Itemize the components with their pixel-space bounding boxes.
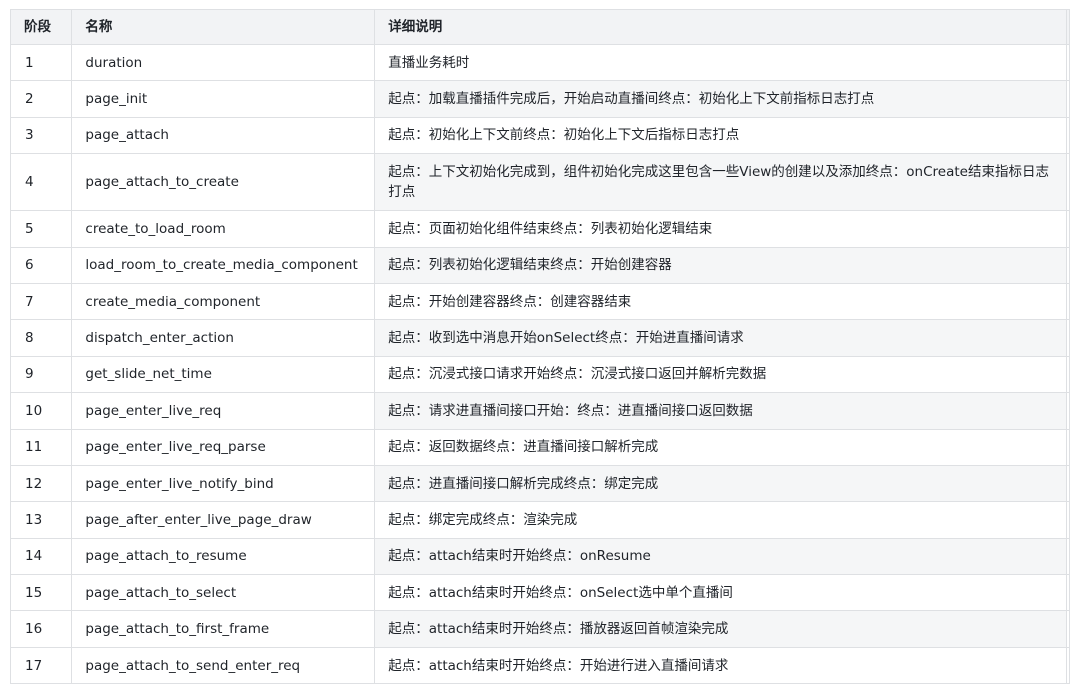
cell-description: 起点：进直播间接口解析完成终点：绑定完成 bbox=[374, 464, 1067, 503]
cell-extra bbox=[1065, 464, 1071, 503]
table-row: 11 page_enter_live_req_parse 起点：返回数据终点：进… bbox=[9, 428, 1071, 466]
cell-name: page_enter_live_notify_bind bbox=[71, 464, 376, 503]
cell-extra bbox=[1065, 537, 1071, 576]
cell-name: page_enter_live_req_parse bbox=[71, 428, 376, 466]
cell-stage: 10 bbox=[9, 392, 73, 430]
cell-name: page_attach bbox=[71, 116, 376, 155]
cell-description: 起点：绑定完成终点：渲染完成 bbox=[374, 501, 1067, 539]
cell-name: duration bbox=[71, 43, 376, 82]
table-row: 15 page_attach_to_select 起点：attach结束时开始终… bbox=[9, 574, 1071, 612]
header-name: 名称 bbox=[71, 9, 376, 45]
header-row: 阶段 名称 详细说明 bbox=[9, 9, 1071, 45]
cell-extra bbox=[1065, 246, 1071, 284]
cell-stage: 2 bbox=[9, 80, 73, 118]
table-row: 10 page_enter_live_req 起点：请求进直播间接口开始：终点：… bbox=[9, 392, 1071, 430]
cell-description: 起点：开始创建容器终点：创建容器结束 bbox=[374, 282, 1067, 321]
cell-extra bbox=[1065, 116, 1071, 155]
cell-name: create_media_component bbox=[71, 282, 376, 321]
cell-extra bbox=[1065, 319, 1071, 357]
cell-extra bbox=[1065, 80, 1071, 118]
table-row: 1 duration 直播业务耗时 bbox=[9, 43, 1071, 82]
cell-extra bbox=[1065, 153, 1071, 212]
table-body: 1 duration 直播业务耗时 2 page_init 起点：加载直播插件完… bbox=[9, 43, 1071, 685]
cell-extra bbox=[1065, 501, 1071, 539]
table-row: 5 create_to_load_room 起点：页面初始化组件结束终点：列表初… bbox=[9, 210, 1071, 248]
cell-name: page_attach_to_select bbox=[71, 574, 376, 612]
cell-name: page_attach_to_resume bbox=[71, 537, 376, 576]
cell-stage: 11 bbox=[9, 428, 73, 466]
cell-extra bbox=[1065, 355, 1071, 394]
cell-stage: 6 bbox=[9, 246, 73, 284]
metrics-table: 阶段 名称 详细说明 1 duration 直播业务耗时 2 page_init… bbox=[9, 9, 1071, 685]
cell-name: page_attach_to_first_frame bbox=[71, 610, 376, 648]
cell-name: create_to_load_room bbox=[71, 210, 376, 248]
cell-stage: 4 bbox=[9, 153, 73, 212]
cell-stage: 5 bbox=[9, 210, 73, 248]
cell-description: 起点：初始化上下文前终点：初始化上下文后指标日志打点 bbox=[374, 116, 1067, 155]
cell-description: 起点：attach结束时开始终点：onSelect选中单个直播间 bbox=[374, 574, 1067, 612]
cell-description: 起点：加载直播插件完成后，开始启动直播间终点：初始化上下文前指标日志打点 bbox=[374, 80, 1067, 118]
table-row: 12 page_enter_live_notify_bind 起点：进直播间接口… bbox=[9, 464, 1071, 503]
table-row: 14 page_attach_to_resume 起点：attach结束时开始终… bbox=[9, 537, 1071, 576]
cell-stage: 13 bbox=[9, 501, 73, 539]
cell-description: 起点：返回数据终点：进直播间接口解析完成 bbox=[374, 428, 1067, 466]
cell-stage: 3 bbox=[9, 116, 73, 155]
cell-extra bbox=[1065, 282, 1071, 321]
cell-stage: 16 bbox=[9, 610, 73, 648]
table-row: 17 page_attach_to_send_enter_req 起点：atta… bbox=[9, 646, 1071, 685]
table-row: 6 load_room_to_create_media_component 起点… bbox=[9, 246, 1071, 284]
cell-extra bbox=[1065, 43, 1071, 82]
cell-extra bbox=[1065, 610, 1071, 648]
cell-stage: 15 bbox=[9, 574, 73, 612]
cell-stage: 7 bbox=[9, 282, 73, 321]
header-extra bbox=[1065, 9, 1071, 45]
table-row: 13 page_after_enter_live_page_draw 起点：绑定… bbox=[9, 501, 1071, 539]
cell-name: page_attach_to_create bbox=[71, 153, 376, 212]
cell-name: page_init bbox=[71, 80, 376, 118]
cell-extra bbox=[1065, 210, 1071, 248]
cell-name: page_enter_live_req bbox=[71, 392, 376, 430]
metrics-table-container: 阶段 名称 详细说明 1 duration 直播业务耗时 2 page_init… bbox=[9, 9, 1071, 685]
cell-extra bbox=[1065, 574, 1071, 612]
header-description: 详细说明 bbox=[374, 9, 1067, 45]
cell-extra bbox=[1065, 392, 1071, 430]
table-row: 16 page_attach_to_first_frame 起点：attach结… bbox=[9, 610, 1071, 648]
header-stage: 阶段 bbox=[9, 9, 73, 45]
cell-stage: 14 bbox=[9, 537, 73, 576]
cell-name: dispatch_enter_action bbox=[71, 319, 376, 357]
cell-stage: 17 bbox=[9, 646, 73, 685]
table-row: 3 page_attach 起点：初始化上下文前终点：初始化上下文后指标日志打点 bbox=[9, 116, 1071, 155]
table-row: 9 get_slide_net_time 起点：沉浸式接口请求开始终点：沉浸式接… bbox=[9, 355, 1071, 394]
table-row: 4 page_attach_to_create 起点：上下文初始化完成到，组件初… bbox=[9, 153, 1071, 212]
cell-description: 起点：attach结束时开始终点：onResume bbox=[374, 537, 1067, 576]
cell-description: 起点：页面初始化组件结束终点：列表初始化逻辑结束 bbox=[374, 210, 1067, 248]
cell-description: 起点：沉浸式接口请求开始终点：沉浸式接口返回并解析完数据 bbox=[374, 355, 1067, 394]
cell-name: page_after_enter_live_page_draw bbox=[71, 501, 376, 539]
cell-extra bbox=[1065, 428, 1071, 466]
cell-stage: 8 bbox=[9, 319, 73, 357]
cell-description: 起点：请求进直播间接口开始：终点：进直播间接口返回数据 bbox=[374, 392, 1067, 430]
cell-description: 起点：attach结束时开始终点：开始进行进入直播间请求 bbox=[374, 646, 1067, 685]
cell-name: load_room_to_create_media_component bbox=[71, 246, 376, 284]
cell-description: 起点：上下文初始化完成到，组件初始化完成这里包含一些View的创建以及添加终点：… bbox=[374, 153, 1067, 212]
cell-extra bbox=[1065, 646, 1071, 685]
cell-stage: 9 bbox=[9, 355, 73, 394]
cell-description: 起点：收到选中消息开始onSelect终点：开始进直播间请求 bbox=[374, 319, 1067, 357]
cell-description: 起点：attach结束时开始终点：播放器返回首帧渲染完成 bbox=[374, 610, 1067, 648]
cell-name: page_attach_to_send_enter_req bbox=[71, 646, 376, 685]
cell-stage: 1 bbox=[9, 43, 73, 82]
cell-description: 起点：列表初始化逻辑结束终点：开始创建容器 bbox=[374, 246, 1067, 284]
table-row: 7 create_media_component 起点：开始创建容器终点：创建容… bbox=[9, 282, 1071, 321]
table-row: 8 dispatch_enter_action 起点：收到选中消息开始onSel… bbox=[9, 319, 1071, 357]
table-row: 2 page_init 起点：加载直播插件完成后，开始启动直播间终点：初始化上下… bbox=[9, 80, 1071, 118]
cell-description: 直播业务耗时 bbox=[374, 43, 1067, 82]
cell-name: get_slide_net_time bbox=[71, 355, 376, 394]
cell-stage: 12 bbox=[9, 464, 73, 503]
table-header: 阶段 名称 详细说明 bbox=[9, 9, 1071, 45]
